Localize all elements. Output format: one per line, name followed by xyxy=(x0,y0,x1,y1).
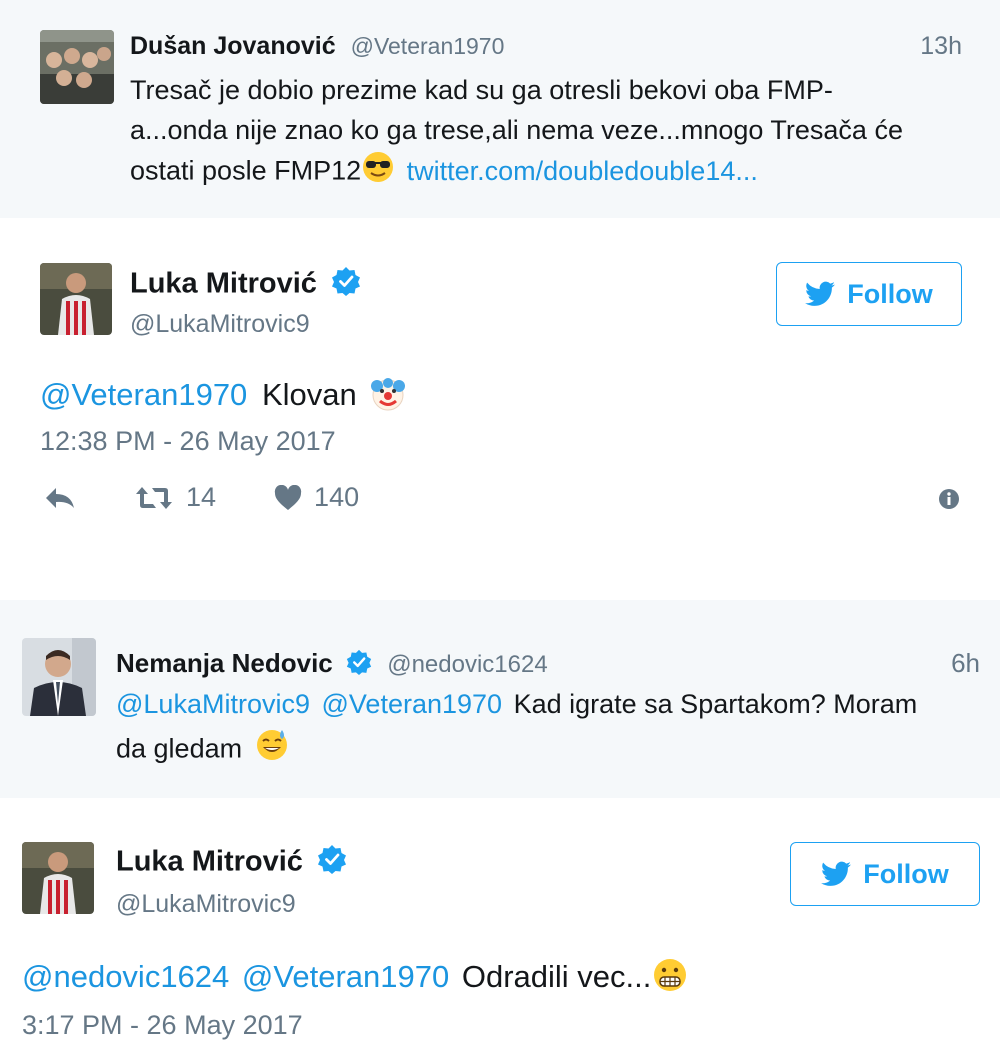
tweet-link[interactable]: twitter.com/doubledouble14... xyxy=(407,156,758,186)
avatar[interactable] xyxy=(40,263,112,335)
heart-icon xyxy=(274,484,302,510)
reply-button[interactable] xyxy=(44,486,76,510)
tweet-timestamp[interactable]: 3:17 PM - 26 May 2017 xyxy=(22,1010,303,1041)
author-handle[interactable]: @LukaMitrovic9 xyxy=(116,890,296,919)
verified-badge-icon xyxy=(331,266,361,304)
tweet-time[interactable]: 6h xyxy=(951,648,980,679)
reply-tweet-veteran[interactable]: Dušan Jovanović @Veteran1970 13h Tresač … xyxy=(0,0,1000,218)
reply-icon xyxy=(46,487,74,508)
tweet-timestamp[interactable]: 12:38 PM - 26 May 2017 xyxy=(40,426,336,457)
tweet-text-line: Kad igrate sa Spartakom? Moram xyxy=(513,689,918,719)
author-handle[interactable]: @Veteran1970 xyxy=(351,33,505,59)
avatar[interactable] xyxy=(22,638,96,716)
tweet-text-line: Tresač je dobio prezime kad su ga otresl… xyxy=(130,75,833,105)
tweet-text-line: ostati posle FMP12 xyxy=(130,155,362,186)
follow-label: Follow xyxy=(847,278,933,309)
tweet-time[interactable]: 13h xyxy=(920,32,962,61)
sunglasses-emoji-icon xyxy=(361,150,395,195)
bird-icon xyxy=(805,281,836,306)
follow-button[interactable]: Follow xyxy=(790,842,980,906)
mention-link[interactable]: @Veteran1970 xyxy=(242,959,449,994)
verified-badge-icon xyxy=(317,844,347,882)
sweat-smile-emoji-icon xyxy=(254,726,290,775)
author-handle[interactable]: @nedovic1624 xyxy=(387,651,547,678)
author-name[interactable]: Nemanja Nedovic xyxy=(116,648,333,678)
follow-label: Follow xyxy=(863,858,949,889)
like-count: 140 xyxy=(314,482,360,512)
mention-link[interactable]: @Veteran1970 xyxy=(322,689,503,719)
tweet-text: Klovan xyxy=(261,377,357,413)
tweet-text-line: a...onda nije znao ko ga trese,ali nema … xyxy=(130,115,903,145)
mention-link[interactable]: @Veteran1970 xyxy=(40,377,247,412)
tweet-text-line: da gledam xyxy=(116,733,243,764)
like-button[interactable]: 140 xyxy=(274,482,359,513)
retweet-count: 14 xyxy=(186,482,217,512)
mention-link[interactable]: @LukaMitrovic9 xyxy=(116,689,310,719)
author-handle[interactable]: @LukaMitrovic9 xyxy=(130,310,310,339)
main-tweet-luka-2: Luka Mitrović @LukaMitrovic9 Follow @ned… xyxy=(0,798,1000,1061)
avatar[interactable] xyxy=(40,30,114,104)
author-name[interactable]: Dušan Jovanović xyxy=(130,32,336,60)
bird-icon xyxy=(821,861,852,886)
retweet-icon xyxy=(136,486,172,509)
author-name[interactable]: Luka Mitrović xyxy=(130,268,317,300)
avatar[interactable] xyxy=(22,842,94,914)
author-name[interactable]: Luka Mitrović xyxy=(116,846,303,878)
info-icon[interactable] xyxy=(938,488,960,515)
retweet-button[interactable]: 14 xyxy=(134,482,216,513)
main-tweet-luka-1: Luka Mitrović @LukaMitrovic9 Follow @Vet… xyxy=(0,218,1000,600)
mention-link[interactable]: @nedovic1624 xyxy=(22,959,229,994)
clown-emoji-icon xyxy=(369,374,407,420)
reply-tweet-nedovic[interactable]: Nemanja Nedovic @nedovic1624 6h @LukaMit… xyxy=(0,600,1000,798)
follow-button[interactable]: Follow xyxy=(776,262,962,326)
tweet-text: Odradili vec... xyxy=(461,959,652,995)
verified-badge-icon xyxy=(346,649,372,682)
grimacing-emoji-icon xyxy=(651,956,689,1002)
